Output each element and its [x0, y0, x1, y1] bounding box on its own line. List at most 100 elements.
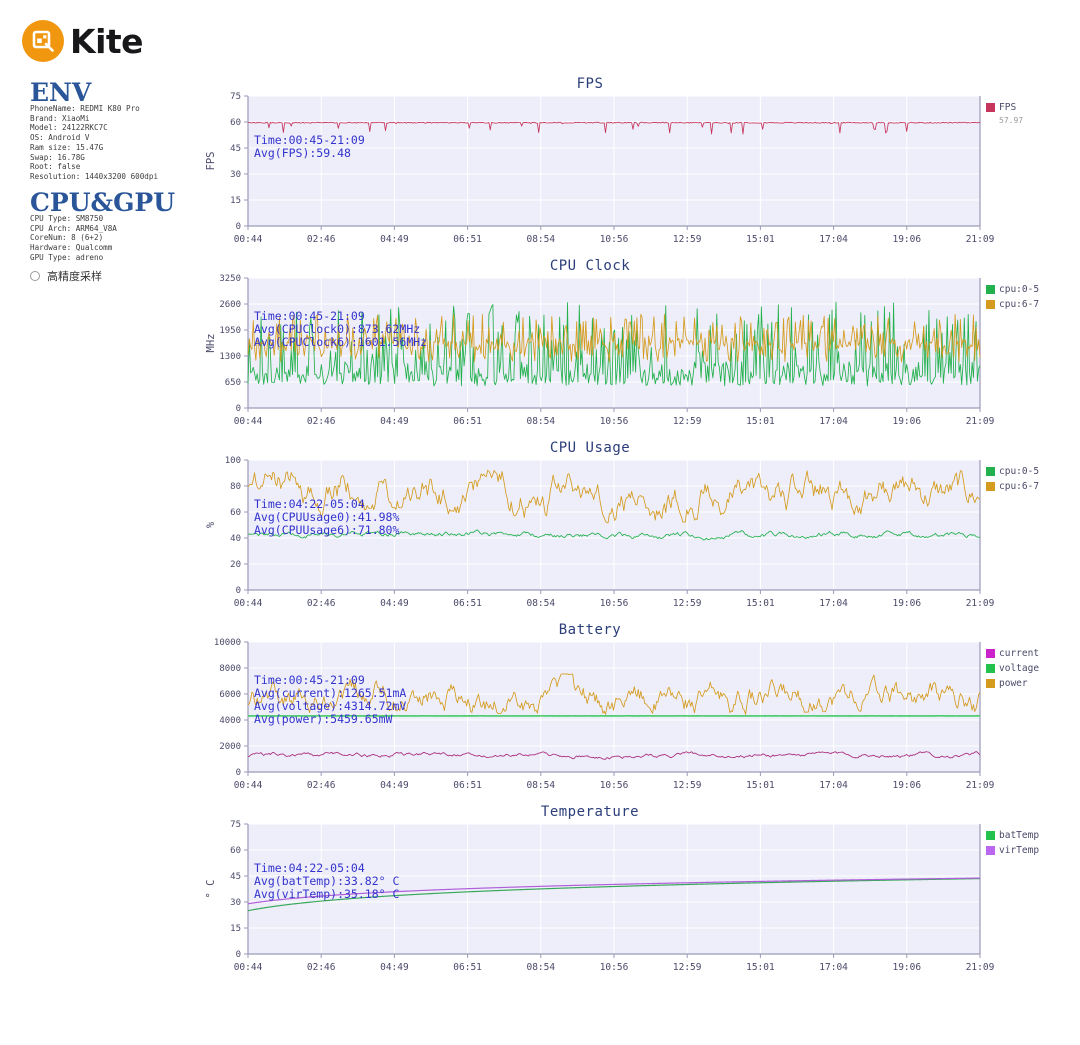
legend-label: current — [999, 648, 1040, 659]
chart-battery: Battery 0 2000 4000 6000 8000 10000 00:44 02:46 0… — [200, 622, 1080, 813]
y-tick-label: 20 — [230, 560, 241, 570]
y-tick-label: 6000 — [219, 690, 241, 700]
legend-label: voltage — [999, 663, 1040, 674]
x-tick-label: 10:56 — [600, 416, 629, 427]
x-tick-label: 17:04 — [819, 962, 848, 973]
chart-annotation: Time:00:45-21:09 — [254, 309, 365, 323]
plot-area: 0 15 30 45 60 75 00:44 02:46 04:49 06:51 08:54 10:5… — [200, 92, 1080, 267]
legend-color-swatch-icon — [986, 103, 995, 112]
plot-svg: 0 20 40 60 80 100 00:44 02:46 04:49 06:51 08:54 10:… — [205, 456, 995, 609]
x-tick-label: 15:01 — [746, 962, 775, 973]
legend-label: batTemp — [999, 830, 1040, 841]
y-tick-label: 4000 — [219, 716, 241, 726]
y-tick-label: 60 — [230, 846, 241, 856]
x-tick-label: 06:51 — [453, 962, 482, 973]
cpugpu-info-line-1: CPU Arch: ARM64_V8A — [30, 223, 117, 233]
y-tick-label: 0 — [236, 950, 241, 960]
x-tick-label: 10:56 — [600, 234, 629, 245]
y-tick-label: 15 — [230, 196, 241, 206]
cpugpu-info-line-3: Hardware: Qualcomm — [30, 243, 113, 253]
chart-annotation: Avg(power):5459.65mW — [254, 712, 393, 726]
x-tick-label: 10:56 — [600, 962, 629, 973]
legend-item[interactable]: cpu:0-5 — [986, 464, 1039, 479]
cpugpu-info-line-0: CPU Type: SM8750 — [30, 214, 104, 223]
y-tick-label: 10000 — [214, 638, 241, 648]
chart-title: Temperature — [540, 804, 640, 820]
legend-label: cpu:0-5 — [999, 284, 1040, 295]
x-tick-label: 21:09 — [966, 780, 995, 791]
plot-area: 0 20 40 60 80 100 00:44 02:46 04:49 06:51 08:54 10:… — [200, 456, 1080, 631]
app-logo: Kite — [22, 20, 144, 62]
x-tick-label: 04:49 — [380, 234, 409, 245]
x-tick-label: 00:44 — [234, 416, 263, 427]
y-axis-label: MHz — [205, 334, 217, 353]
chart-cpu-clock: CPU Clock 0 650 1300 1950 2600 3250 00:44 02:46 0… — [200, 258, 1080, 449]
x-tick-label: 15:01 — [746, 234, 775, 245]
legend-item[interactable]: power — [986, 676, 1039, 691]
y-tick-label: 80 — [230, 482, 241, 492]
y-tick-label: 100 — [225, 456, 241, 466]
legend-color-swatch-icon — [986, 664, 995, 673]
y-tick-label: 2600 — [219, 300, 241, 310]
legend-color-swatch-icon — [986, 300, 995, 309]
radio-unchecked-icon[interactable] — [30, 271, 40, 281]
y-tick-label: 30 — [230, 898, 241, 908]
legend-item[interactable]: voltage — [986, 661, 1039, 676]
x-tick-label: 04:49 — [380, 780, 409, 791]
x-tick-label: 12:59 — [673, 234, 702, 245]
legend-value: 57.97 — [999, 116, 1024, 125]
legend-label: virTemp — [999, 845, 1040, 856]
x-tick-label: 08:54 — [526, 598, 555, 609]
legend-item[interactable]: virTemp — [986, 843, 1039, 858]
cpugpu-info-list: CPU Type: SM8750 CPU Arch: ARM64_V8A CoreN… — [30, 214, 117, 263]
x-tick-label: 02:46 — [307, 598, 336, 609]
env-info-line-4: Ram size: 15.47G — [30, 142, 104, 152]
chart-annotation: Time:00:45-21:09 — [254, 673, 365, 687]
legend-color-swatch-icon — [986, 285, 995, 294]
x-tick-label: 02:46 — [307, 416, 336, 427]
legend-item[interactable]: cpu:6-7 — [986, 479, 1039, 494]
legend-label: cpu:6-7 — [999, 481, 1040, 492]
x-tick-label: 00:44 — [234, 234, 263, 245]
y-tick-label: 15 — [230, 924, 241, 934]
y-tick-label: 60 — [230, 118, 241, 128]
chart-annotation: Avg(FPS):59.48 — [254, 146, 351, 160]
high-precision-sampling-option[interactable]: 高精度采样 — [30, 268, 102, 284]
chart-annotation: Avg(virTemp):35.18° C — [254, 887, 399, 901]
legend-item[interactable]: FPS — [986, 100, 1023, 115]
chart-title: CPU Usage — [549, 440, 631, 456]
env-section-title: ENV — [30, 78, 92, 107]
x-tick-label: 15:01 — [746, 416, 775, 427]
y-tick-label: 40 — [230, 534, 241, 544]
x-tick-label: 19:06 — [892, 962, 921, 973]
x-tick-label: 15:01 — [746, 598, 775, 609]
chart-title: CPU Clock — [549, 258, 631, 274]
chart-title: Battery — [558, 622, 622, 638]
chart-annotation: Avg(CPUUsage6):71.80% — [254, 523, 399, 537]
plot-svg: 0 15 30 45 60 75 00:44 02:46 04:49 06:51 08:54 10:5… — [205, 820, 995, 973]
y-axis-label: ° C — [205, 880, 217, 899]
x-tick-label: 12:59 — [673, 962, 702, 973]
x-tick-label: 21:09 — [966, 598, 995, 609]
legend-label: FPS — [999, 102, 1017, 113]
x-tick-label: 12:59 — [673, 598, 702, 609]
env-info-list: PhoneName: REDMI K80 Pro Brand: XiaoMi Mod… — [30, 104, 158, 182]
legend-item[interactable]: cpu:6-7 — [986, 297, 1039, 312]
legend-label: cpu:0-5 — [999, 466, 1040, 477]
legend-item[interactable]: batTemp — [986, 828, 1039, 843]
x-tick-label: 10:56 — [600, 598, 629, 609]
cpugpu-section-title: CPU&GPU — [30, 188, 176, 217]
x-tick-label: 17:04 — [819, 598, 848, 609]
cpugpu-info-line-4: GPU Type: adreno — [30, 252, 104, 262]
y-tick-label: 75 — [230, 820, 241, 830]
x-tick-label: 19:06 — [892, 234, 921, 245]
x-tick-label: 12:59 — [673, 416, 702, 427]
chart-annotation: Time:04:22-05:04 — [254, 861, 365, 875]
x-tick-label: 15:01 — [746, 780, 775, 791]
legend-color-swatch-icon — [986, 649, 995, 658]
plot-area: 0 15 30 45 60 75 00:44 02:46 04:49 06:51 08:54 10:5… — [200, 820, 1080, 995]
x-tick-label: 08:54 — [526, 234, 555, 245]
legend-item[interactable]: cpu:0-5 — [986, 282, 1039, 297]
x-tick-label: 08:54 — [526, 962, 555, 973]
legend-item[interactable]: current — [986, 646, 1039, 661]
